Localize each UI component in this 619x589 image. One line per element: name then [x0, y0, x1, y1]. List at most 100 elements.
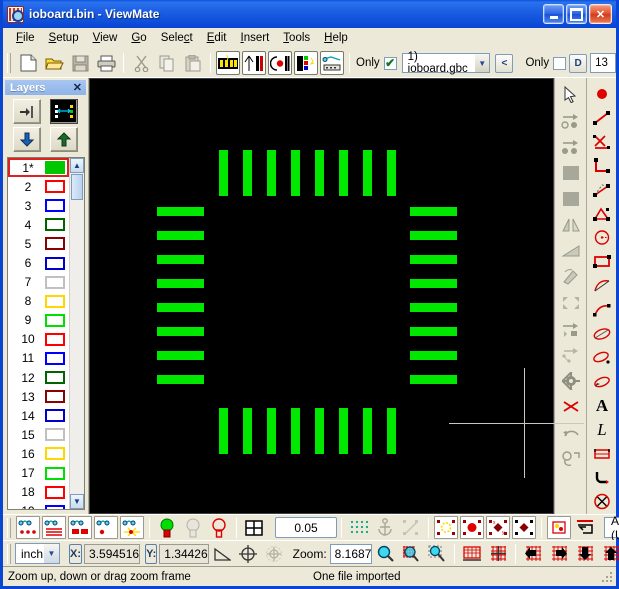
draw-line-icon[interactable] — [589, 106, 615, 129]
menu-help[interactable]: Help — [317, 30, 355, 46]
menu-file[interactable]: File — [9, 30, 42, 46]
pad-top[interactable] — [387, 150, 396, 196]
layer-row[interactable]: 7 — [8, 273, 69, 292]
layer-color-swatch[interactable] — [45, 218, 65, 232]
radial-measure-icon[interactable] — [262, 542, 286, 565]
view-draws-icon[interactable] — [94, 516, 118, 539]
lamp-outline-icon[interactable] — [207, 516, 231, 539]
pad-bottom[interactable] — [267, 408, 276, 454]
pad-left[interactable] — [157, 279, 204, 288]
layer-color-swatch[interactable] — [45, 428, 65, 442]
draw-ellipse-icon[interactable] — [589, 322, 615, 345]
pad-right[interactable] — [410, 279, 457, 288]
menu-select[interactable]: Select — [154, 30, 200, 46]
pad-bottom[interactable] — [243, 408, 252, 454]
draw-circle-icon[interactable] — [589, 226, 615, 249]
draw-polygon-icon[interactable] — [589, 202, 615, 225]
resize-grip[interactable] — [600, 569, 614, 584]
pan-left-icon[interactable] — [521, 542, 545, 565]
prev-file-button[interactable]: < — [495, 53, 514, 73]
draw-polyline-icon[interactable] — [589, 130, 615, 153]
zoom-in-icon[interactable] — [399, 542, 423, 565]
menu-insert[interactable]: Insert — [234, 30, 277, 46]
scroll-down-button[interactable]: ▼ — [70, 494, 84, 509]
move-to-layer-icon[interactable] — [13, 99, 41, 124]
pad-bottom[interactable] — [339, 408, 348, 454]
draw-curve-icon[interactable] — [589, 298, 615, 321]
layer-row[interactable]: 9 — [8, 311, 69, 330]
layer-row[interactable]: 17 — [8, 464, 69, 483]
trim-cut-icon[interactable] — [558, 394, 584, 419]
layer-color-swatch[interactable] — [45, 256, 65, 270]
layer-row[interactable]: 4 — [8, 215, 69, 234]
draw-corner-icon[interactable] — [589, 154, 615, 177]
layer-row[interactable]: 19 — [8, 502, 69, 509]
layer-color-swatch[interactable] — [45, 371, 65, 385]
snap-line-icon[interactable] — [399, 516, 423, 539]
layer-color-swatch[interactable] — [45, 485, 65, 499]
pad-bottom[interactable] — [315, 408, 324, 454]
layer-row[interactable]: 8 — [8, 292, 69, 311]
align-icon[interactable] — [558, 316, 584, 341]
layer-color-swatch[interactable] — [45, 161, 65, 175]
pad-right[interactable] — [410, 351, 457, 360]
pad-top[interactable] — [315, 150, 324, 196]
coordinate-toolbar-grip[interactable] — [6, 543, 12, 565]
scroll-up-button[interactable]: ▲ — [70, 158, 84, 173]
move-down-arrow-icon[interactable] — [13, 127, 41, 152]
pad-left[interactable] — [157, 231, 204, 240]
pad-left[interactable] — [157, 255, 204, 264]
dcode-view-icon[interactable] — [547, 516, 571, 539]
aperture-any-field[interactable]: Any (U) — [604, 514, 619, 542]
pad-left[interactable] — [157, 327, 204, 336]
taper-icon[interactable] — [558, 238, 584, 263]
menu-edit[interactable]: Edit — [200, 30, 234, 46]
layer-row[interactable]: 14 — [8, 406, 69, 425]
zoom-full-icon[interactable] — [486, 542, 510, 565]
distribute-icon[interactable] — [558, 342, 584, 367]
menu-setup[interactable]: Setup — [42, 30, 86, 46]
rotate-icon[interactable] — [558, 264, 584, 289]
zoom-value-input[interactable]: 8.1687 — [329, 543, 373, 564]
cad-canvas[interactable] — [89, 78, 584, 514]
lamp-off-icon[interactable] — [181, 516, 205, 539]
layer-color-swatch[interactable] — [45, 332, 65, 346]
copy-icon[interactable] — [155, 51, 179, 75]
pad-top[interactable] — [291, 150, 300, 196]
pad-right[interactable] — [410, 231, 457, 240]
pad-top[interactable] — [267, 150, 276, 196]
dcode-only-checkbox[interactable] — [553, 56, 567, 70]
aperture-icon[interactable] — [268, 51, 292, 75]
print-icon[interactable] — [94, 51, 118, 75]
snap-dots-icon[interactable] — [347, 516, 371, 539]
chevron-down-icon[interactable]: ▼ — [474, 54, 490, 72]
aperture-square-icon[interactable] — [512, 516, 536, 539]
layer-row[interactable]: 2 — [8, 177, 69, 196]
anchor-icon[interactable] — [373, 516, 397, 539]
pad-right[interactable] — [410, 255, 457, 264]
aperture-round-icon[interactable] — [460, 516, 484, 539]
unit-dropdown[interactable]: inch ▼ — [15, 543, 61, 564]
dcode-list-icon[interactable] — [573, 516, 597, 539]
layer-row[interactable]: 6 — [8, 253, 69, 272]
layer-color-swatch[interactable] — [45, 180, 65, 194]
target-center-icon[interactable] — [236, 542, 260, 565]
settings-gear-icon[interactable] — [558, 368, 584, 393]
draw-rectangle-icon[interactable] — [589, 250, 615, 273]
layer-row[interactable]: 16 — [8, 444, 69, 463]
view-all-icon[interactable] — [120, 516, 144, 539]
scrollbar-thumb[interactable] — [71, 174, 83, 200]
layer-color-swatch[interactable] — [45, 466, 65, 480]
line-style-icon[interactable]: L — [589, 418, 615, 441]
chevron-down-icon[interactable]: ▼ — [43, 544, 60, 563]
pad-top[interactable] — [219, 150, 228, 196]
layer-color-swatch[interactable] — [45, 390, 65, 404]
layer-color-swatch[interactable] — [45, 275, 65, 289]
layer-color-swatch[interactable] — [45, 447, 65, 461]
pad-bottom[interactable] — [387, 408, 396, 454]
zoom-window-icon[interactable] — [460, 542, 484, 565]
pad-left[interactable] — [157, 375, 204, 384]
pad-left[interactable] — [157, 303, 204, 312]
layer-row[interactable]: 3 — [8, 196, 69, 215]
layer-row[interactable]: 11 — [8, 349, 69, 368]
